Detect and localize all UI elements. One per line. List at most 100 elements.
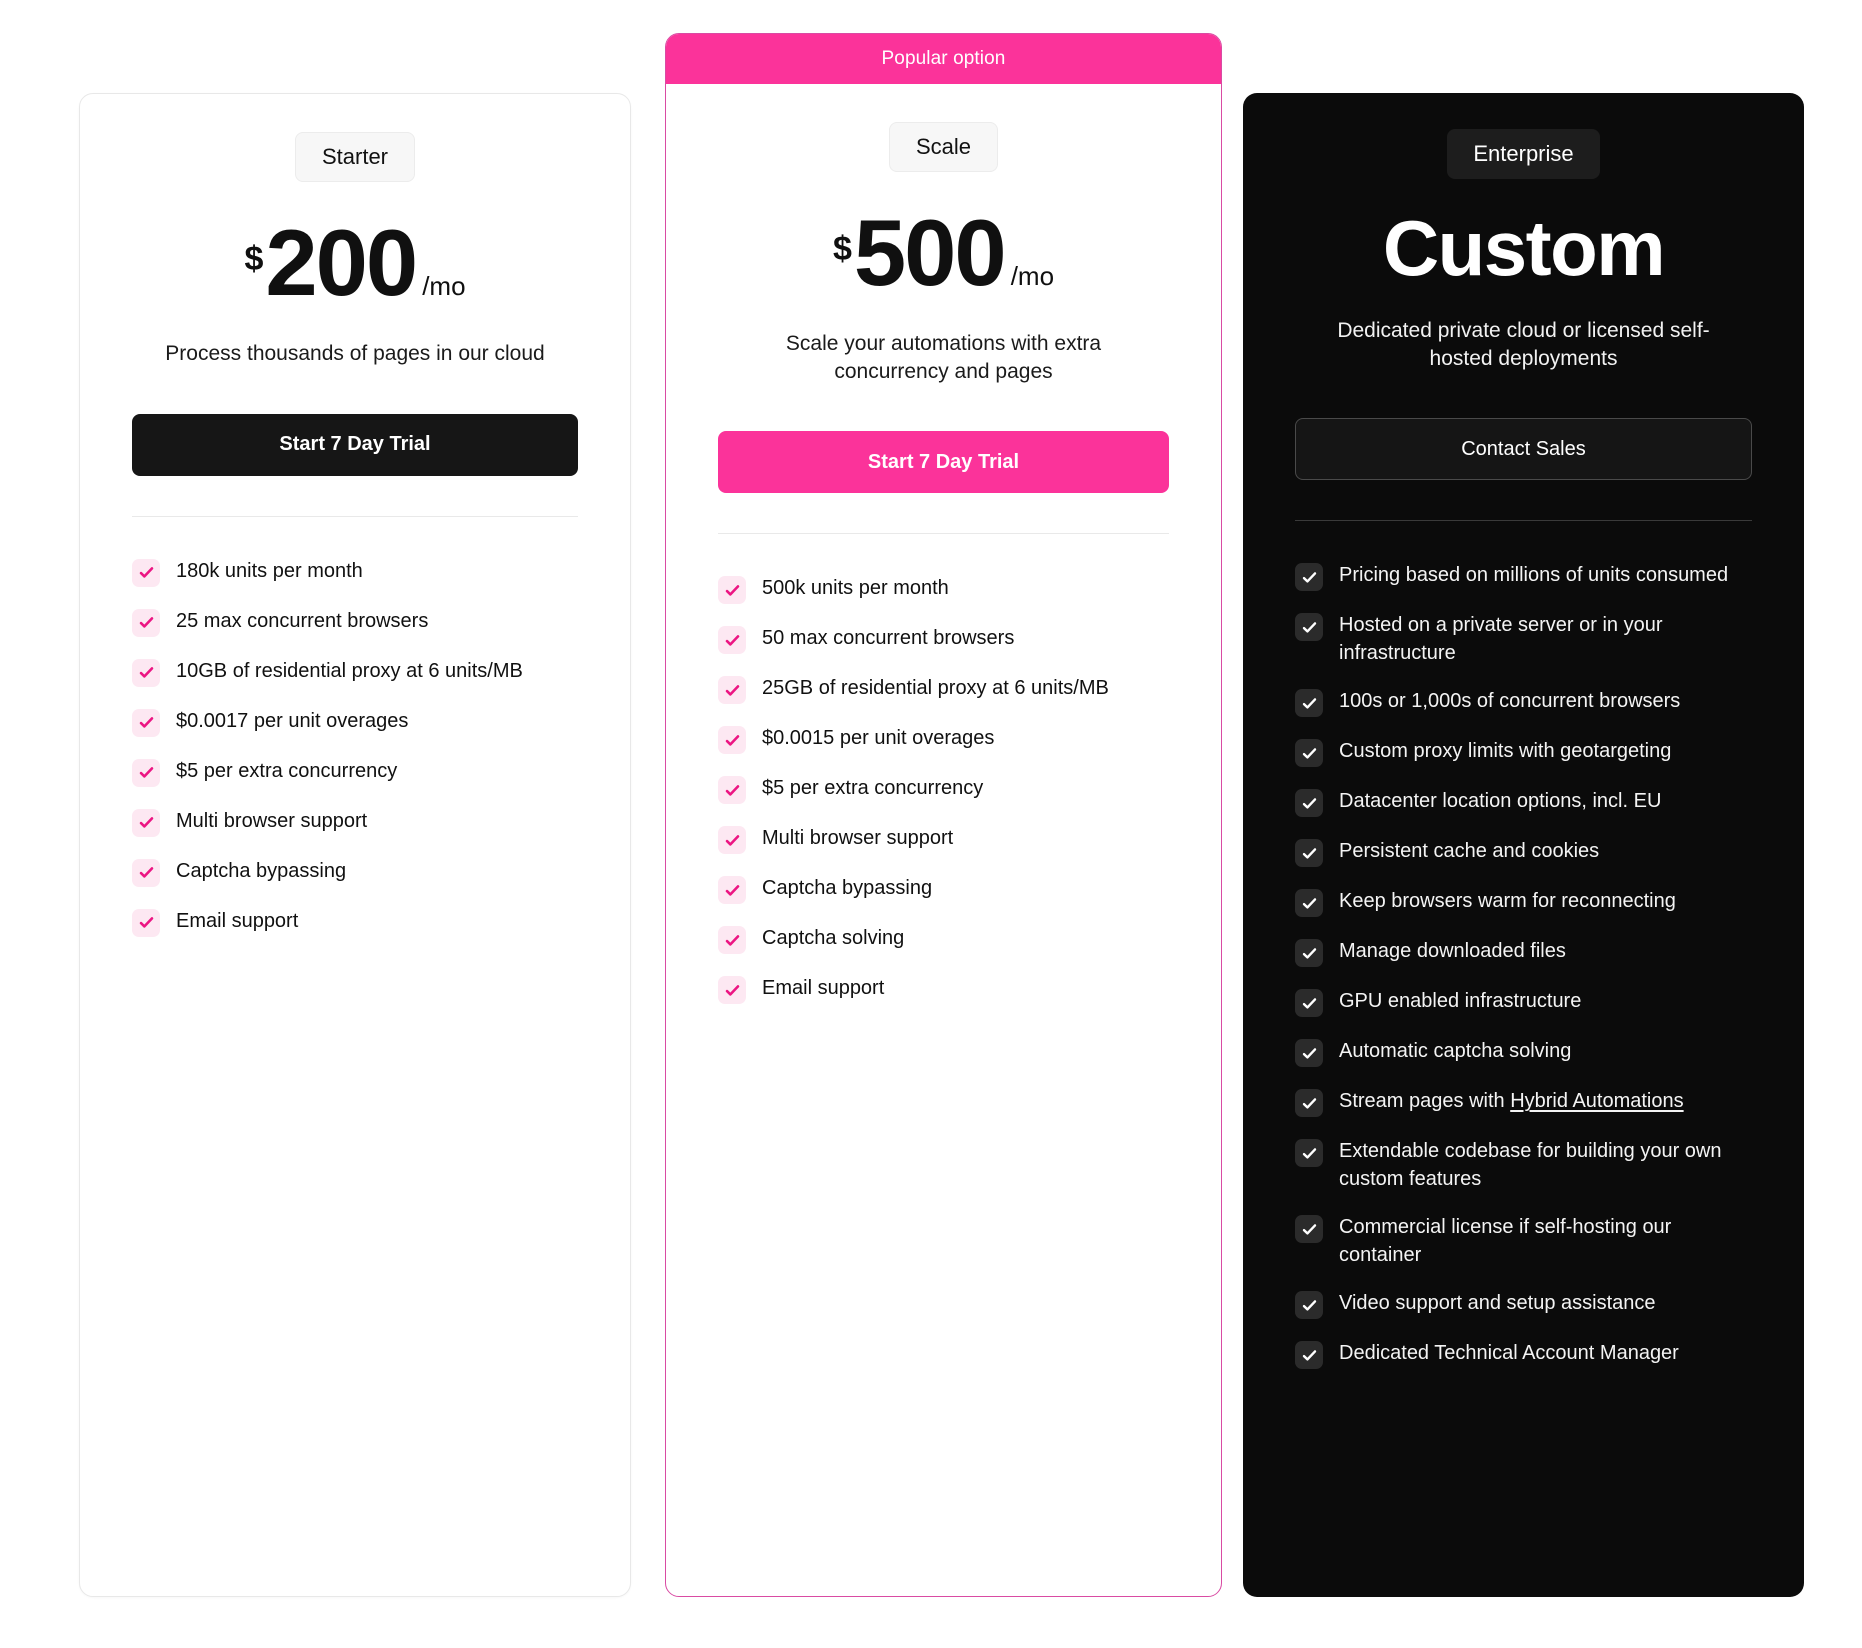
feature-label: Custom proxy limits with geotargeting [1339, 740, 1672, 763]
feature-item: $0.0017 per unit overages [132, 707, 578, 737]
price-starter: $ 200 /mo [244, 216, 465, 310]
feature-label: Captcha solving [762, 927, 905, 950]
check-icon [718, 976, 746, 1005]
card-body-enterprise: Enterprise Custom Dedicated private clou… [1243, 93, 1804, 1370]
feature-item: Multi browser support [718, 824, 1169, 855]
feature-item: $5 per extra concurrency [718, 774, 1169, 805]
popular-option-ribbon: Popular option [666, 34, 1221, 84]
feature-label: Multi browser support [762, 827, 954, 850]
check-icon [718, 776, 746, 805]
feature-item: Persistent cache and cookies [1295, 837, 1752, 868]
feature-item: Video support and setup assistance [1295, 1289, 1752, 1320]
check-icon [1295, 939, 1323, 968]
check-icon [132, 858, 160, 887]
feature-label: Pricing based on millions of units consu… [1339, 564, 1729, 587]
feature-item: Automatic captcha solving [1295, 1037, 1752, 1068]
price-scale: $ 500 /mo [833, 206, 1054, 300]
check-icon [718, 726, 746, 755]
price-enterprise: Custom [1382, 204, 1666, 292]
feature-item: Email support [718, 974, 1169, 1005]
divider-starter [132, 515, 578, 517]
pricing-page: Starter $ 200 /mo Process thousands of p… [0, 0, 1862, 1648]
check-icon [1295, 1215, 1323, 1244]
feature-item: 180k units per month [132, 557, 578, 587]
feature-label: 50 max concurrent browsers [762, 627, 1015, 650]
feature-label: Email support [176, 909, 299, 932]
plan-badge-label: Starter [321, 144, 389, 169]
feature-item: $5 per extra concurrency [132, 757, 578, 787]
feature-label: 25GB of residential proxy at 6 units/MB [762, 677, 1109, 700]
feature-label: Dedicated Technical Account Manager [1339, 1342, 1679, 1365]
price-currency: $ [244, 240, 264, 278]
divider-scale [718, 533, 1169, 535]
plan-badge-starter: Starter [294, 132, 416, 182]
feature-item: Custom proxy limits with geotargeting [1295, 737, 1752, 768]
pricing-card-starter: Starter $ 200 /mo Process thousands of p… [79, 93, 631, 1597]
feature-label: Manage downloaded files [1339, 940, 1566, 963]
feature-item: 100s or 1,000s of concurrent browsers [1295, 687, 1752, 718]
check-icon [718, 926, 746, 955]
feature-item: 10GB of residential proxy at 6 units/MB [132, 657, 578, 687]
check-icon [1295, 613, 1323, 642]
hybrid-automations-link[interactable]: Hybrid Automations [1510, 1090, 1683, 1112]
popular-option-label: Popular option [881, 48, 1006, 69]
start-trial-button-starter[interactable]: Start 7 Day Trial [132, 413, 578, 476]
feature-label: Commercial license if self-hosting our c… [1339, 1216, 1672, 1267]
check-icon [1295, 839, 1323, 868]
feature-label: Datacenter location options, incl. EU [1339, 790, 1662, 813]
feature-label: $0.0015 per unit overages [762, 727, 995, 750]
check-icon [132, 808, 160, 837]
check-icon [1295, 563, 1323, 592]
check-icon [132, 758, 160, 787]
check-icon [718, 626, 746, 655]
check-icon [1295, 889, 1323, 918]
feature-item: 500k units per month [718, 574, 1169, 605]
price-amount: 500 [853, 200, 1007, 305]
feature-label: Captcha bypassing [762, 877, 933, 900]
price-period: /mo [422, 271, 466, 301]
feature-item: Captcha bypassing [132, 857, 578, 887]
start-trial-button-scale[interactable]: Start 7 Day Trial [718, 431, 1169, 494]
feature-item: Email support [132, 907, 578, 937]
check-icon [1295, 1089, 1323, 1118]
plan-tagline-starter: Process thousands of pages in our cloud [165, 342, 545, 365]
feature-item: $0.0015 per unit overages [718, 724, 1169, 755]
feature-item: 25 max concurrent browsers [132, 607, 578, 637]
check-icon [1295, 789, 1323, 818]
feature-label: 180k units per month [176, 559, 363, 582]
feature-label: Automatic captcha solving [1339, 1040, 1572, 1063]
feature-item: Dedicated Technical Account Manager [1295, 1339, 1752, 1370]
check-icon [1295, 989, 1323, 1018]
feature-label: $5 per extra concurrency [762, 777, 984, 800]
contact-sales-button[interactable]: Contact Sales [1295, 418, 1752, 481]
feature-item: Captcha bypassing [718, 874, 1169, 905]
feature-item: Commercial license if self-hosting our c… [1295, 1213, 1752, 1269]
feature-item: Stream pages with Hybrid Automations [1295, 1087, 1752, 1118]
feature-item: Datacenter location options, incl. EU [1295, 787, 1752, 818]
feature-label: Video support and setup assistance [1339, 1292, 1656, 1315]
check-icon [718, 876, 746, 905]
feature-label: Hosted on a private server or in your in… [1339, 614, 1663, 665]
check-icon [1295, 1039, 1323, 1068]
feature-list-scale: 500k units per month 50 max concurrent br… [718, 574, 1169, 1005]
feature-label: Keep browsers warm for reconnecting [1339, 890, 1676, 913]
feature-item: 50 max concurrent browsers [718, 624, 1169, 655]
check-icon [132, 608, 160, 637]
check-icon [1295, 1341, 1323, 1370]
check-icon [718, 826, 746, 855]
feature-item: Hosted on a private server or in your in… [1295, 611, 1752, 667]
check-icon [132, 658, 160, 687]
divider-enterprise [1295, 520, 1752, 522]
check-icon [718, 676, 746, 705]
feature-item: Extendable codebase for building your ow… [1295, 1137, 1752, 1193]
price-amount: 200 [265, 210, 418, 315]
feature-list-enterprise: Pricing based on millions of units consu… [1295, 561, 1752, 1370]
card-body-starter: Starter $ 200 /mo Process thousands of p… [80, 94, 630, 937]
check-icon [1295, 1139, 1323, 1168]
feature-label: Multi browser support [176, 809, 368, 832]
plan-tagline-scale: Scale your automations with extra concur… [785, 332, 1102, 383]
plan-badge-label: Scale [915, 134, 972, 159]
check-icon [132, 908, 160, 937]
feature-label: 25 max concurrent browsers [176, 609, 429, 632]
feature-item: 25GB of residential proxy at 6 units/MB [718, 674, 1169, 705]
